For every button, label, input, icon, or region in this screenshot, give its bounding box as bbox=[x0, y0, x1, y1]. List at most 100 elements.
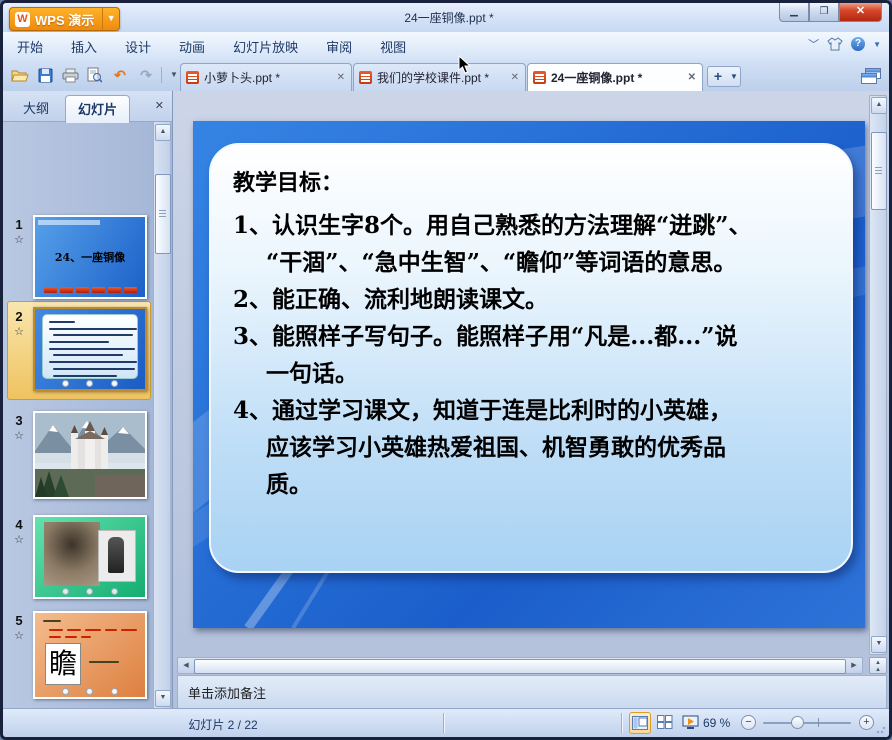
wps-logo-icon: W bbox=[15, 11, 30, 27]
slide-4-thumbnail[interactable] bbox=[33, 515, 147, 599]
window-title: 24一座铜像.ppt * bbox=[404, 11, 494, 25]
window-resize-grip[interactable] bbox=[876, 724, 886, 734]
slide-sorter-view-button[interactable] bbox=[654, 712, 676, 734]
menu-design[interactable]: 设计 bbox=[111, 33, 165, 60]
doc-tab-1-close-icon[interactable]: ✕ bbox=[337, 72, 345, 83]
new-tab-dropdown-icon[interactable]: ▼ bbox=[728, 66, 741, 87]
previous-slide-button[interactable]: ▲ ▲ bbox=[869, 657, 887, 674]
tab-outline[interactable]: 大纲 bbox=[11, 95, 61, 122]
menu-review[interactable]: 审阅 bbox=[312, 33, 366, 60]
slide-thumbnail-row-4[interactable]: 4 ☆ bbox=[3, 515, 151, 603]
scroll-up-icon[interactable]: ▲ bbox=[155, 124, 171, 141]
slide-indicator: 幻灯片 2 / 22 bbox=[188, 718, 258, 732]
new-tab-button[interactable]: + bbox=[707, 66, 729, 87]
wps-app-button-dropdown[interactable]: ▼ bbox=[102, 8, 119, 30]
slide-panel-scrollbar[interactable]: ▲ ▼ bbox=[153, 122, 171, 709]
menu-view[interactable]: 视图 bbox=[366, 33, 420, 60]
scrollbar-thumb[interactable] bbox=[155, 174, 171, 254]
minimize-button[interactable]: ▁ bbox=[779, 3, 809, 22]
slide-2-thumbnail[interactable] bbox=[33, 307, 147, 391]
print-preview-icon[interactable] bbox=[83, 65, 105, 85]
horizontal-scrollbar[interactable]: ◀ ▶ bbox=[177, 657, 863, 674]
maximize-button[interactable]: ❐ bbox=[809, 3, 839, 22]
doc-tab-1[interactable]: 小萝卜头.ppt * ✕ bbox=[180, 63, 352, 91]
slide-line: 一句话。 bbox=[266, 360, 358, 387]
scroll-down-icon[interactable]: ▼ bbox=[871, 636, 887, 653]
doc-tab-3-label: 24一座铜像.ppt * bbox=[551, 71, 643, 85]
ppt-file-icon bbox=[359, 71, 372, 84]
animation-star-icon: ☆ bbox=[14, 326, 24, 338]
scroll-left-icon[interactable]: ◀ bbox=[179, 659, 193, 672]
slide-number: 4 bbox=[15, 517, 23, 532]
castle-photo bbox=[35, 413, 145, 497]
ppt-file-icon bbox=[186, 71, 199, 84]
panel-close-icon[interactable]: ✕ bbox=[155, 99, 164, 112]
menu-home[interactable]: 开始 bbox=[3, 33, 57, 60]
vertical-scrollbar[interactable]: ▲ ▼ bbox=[869, 95, 887, 655]
scrollbar-thumb[interactable] bbox=[871, 132, 887, 210]
current-slide-canvas[interactable]: 教学目标： 1、认识生字8个。用自己熟悉的方法理解“迸跳”、 “干涸”、“急中生… bbox=[193, 121, 865, 628]
doc-tab-3-active[interactable]: 24一座铜像.ppt * ✕ bbox=[527, 63, 703, 91]
slide-line: 4、通过学习课文，知道于连是比利时的小英雄， bbox=[233, 397, 733, 424]
scroll-up-icon[interactable]: ▲ bbox=[871, 97, 887, 114]
zoom-in-icon[interactable]: + bbox=[859, 715, 874, 730]
zoom-percent-label: 69 % bbox=[703, 716, 731, 730]
redo-icon[interactable]: ↷ bbox=[135, 65, 157, 85]
slide-thumbnail-row-5[interactable]: 5 ☆ 瞻 bbox=[3, 611, 151, 703]
close-button[interactable]: ✕ bbox=[839, 3, 882, 22]
wps-presentation-window: W WPS 演示 ▼ 24一座铜像.ppt * ▁ ❐ ✕ 开始 插入 设计 动… bbox=[0, 0, 892, 740]
animation-star-icon: ☆ bbox=[14, 234, 24, 246]
doc-tab-2-label: 我们的学校课件.ppt * bbox=[377, 71, 490, 85]
slide-5-thumbnail[interactable]: 瞻 bbox=[33, 611, 147, 699]
animation-star-icon: ☆ bbox=[14, 534, 24, 546]
menu-slideshow[interactable]: 幻灯片放映 bbox=[219, 33, 312, 60]
slide-line: 质。 bbox=[266, 471, 312, 498]
undo-icon[interactable]: ↶ bbox=[109, 65, 131, 85]
animation-star-icon: ☆ bbox=[14, 630, 24, 642]
doc-tab-3-close-icon[interactable]: ✕ bbox=[688, 72, 696, 83]
collapse-ribbon-icon[interactable]: ﹀ bbox=[808, 36, 819, 52]
title-bar: W WPS 演示 ▼ 24一座铜像.ppt * ▁ ❐ ✕ bbox=[3, 3, 889, 32]
slide-1-thumbnail[interactable]: 24、一座铜像 bbox=[33, 215, 147, 299]
wps-app-button-label: WPS 演示 bbox=[35, 12, 95, 28]
slide-3-thumbnail[interactable] bbox=[33, 411, 147, 499]
doc-tab-2[interactable]: 我们的学校课件.ppt * ✕ bbox=[353, 63, 526, 91]
slide-text-block[interactable]: 教学目标： 1、认识生字8个。用自己熟悉的方法理解“迸跳”、 “干涸”、“急中生… bbox=[233, 165, 833, 503]
slide-thumbnail-row-3[interactable]: 3 ☆ bbox=[3, 411, 151, 503]
mouse-cursor bbox=[458, 55, 471, 74]
menu-right-tools: ﹀ ? ▼ bbox=[808, 36, 881, 52]
slideshow-view-button[interactable] bbox=[679, 712, 701, 734]
skin-shirt-icon[interactable] bbox=[827, 37, 843, 51]
open-file-icon[interactable] bbox=[9, 65, 31, 85]
animation-star-icon: ☆ bbox=[14, 430, 24, 442]
big-character-card: 瞻 bbox=[45, 643, 81, 685]
slide-thumbnail-row-1[interactable]: 1 ☆ 24、一座铜像 bbox=[3, 215, 151, 303]
normal-view-button[interactable] bbox=[629, 712, 651, 734]
scroll-right-icon[interactable]: ▶ bbox=[847, 659, 861, 672]
more-options-icon[interactable]: ▼ bbox=[873, 40, 881, 49]
slide-line: 1、认识生字8个。用自己熟悉的方法理解“迸跳”、 bbox=[233, 212, 752, 239]
slide-1-title-text: 24、一座铜像 bbox=[54, 251, 126, 264]
slide-number: 5 bbox=[15, 613, 23, 628]
slide-line: 2、能正确、流利地朗读课文。 bbox=[233, 286, 549, 313]
slide-thumbnail-row-2[interactable]: 2 ☆ bbox=[3, 307, 151, 395]
zoom-slider-track[interactable] bbox=[763, 722, 851, 724]
fountain-photo bbox=[44, 522, 100, 586]
scrollbar-thumb[interactable] bbox=[194, 659, 846, 674]
print-icon[interactable] bbox=[59, 65, 81, 85]
zoom-out-icon[interactable]: − bbox=[741, 715, 756, 730]
menu-animation[interactable]: 动画 bbox=[165, 33, 219, 60]
save-icon[interactable] bbox=[34, 65, 56, 85]
toolbar-separator bbox=[161, 67, 162, 83]
status-bar: 幻灯片 2 / 22 69 % − + bbox=[3, 708, 889, 737]
slide-line: 应该学习小英雄热爱祖国、机智勇敢的优秀品 bbox=[266, 434, 726, 461]
tab-slides[interactable]: 幻灯片 bbox=[65, 95, 131, 123]
notes-placeholder: 单击添加备注 bbox=[188, 686, 267, 701]
zoom-slider-thumb[interactable] bbox=[791, 716, 804, 729]
doc-tab-2-close-icon[interactable]: ✕ bbox=[511, 72, 519, 83]
menu-insert[interactable]: 插入 bbox=[57, 33, 111, 60]
wps-app-button[interactable]: W WPS 演示 ▼ bbox=[9, 7, 121, 31]
help-icon[interactable]: ? bbox=[851, 37, 866, 51]
cascade-windows-icon[interactable] bbox=[861, 68, 881, 84]
scroll-down-icon[interactable]: ▼ bbox=[155, 690, 171, 707]
